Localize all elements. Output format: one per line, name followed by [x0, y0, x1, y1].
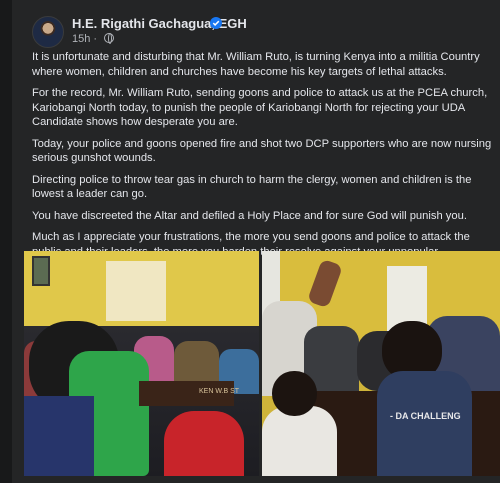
post-paragraph: It is unfortunate and disturbing that Mr…	[32, 51, 480, 78]
post-header: H.E. Rigathi Gachagua, EGH 15h ·	[12, 12, 500, 48]
shirt-text: - DA CHALLENG	[390, 411, 461, 421]
post-paragraph: Today, your police and goons opened fire…	[32, 137, 492, 165]
facebook-post: H.E. Rigathi Gachagua, EGH 15h · It is u…	[12, 0, 500, 483]
post-body: It is unfortunate and disturbing that Mr…	[32, 50, 494, 281]
post-photo-grid[interactable]: KEN W.B ST - DA CHALLENG	[24, 251, 500, 476]
post-paragraph: You have discreeted the Altar and defile…	[32, 209, 467, 222]
post-photo-left[interactable]: KEN W.B ST	[24, 251, 259, 476]
separator: ·	[93, 33, 101, 45]
post-time[interactable]: 15h	[72, 33, 90, 45]
post-paragraph: Directing police to throw tear gas in ch…	[32, 173, 472, 201]
globe-icon[interactable]	[104, 33, 115, 44]
post-paragraph: For the record, Mr. William Ruto, sendin…	[32, 87, 488, 128]
post-photo-right[interactable]: - DA CHALLENG	[262, 251, 500, 476]
author-avatar[interactable]	[32, 16, 64, 48]
verified-badge-icon	[210, 17, 222, 29]
post-meta: 15h ·	[72, 33, 115, 45]
shirt-text: KEN W.B ST	[199, 388, 240, 395]
